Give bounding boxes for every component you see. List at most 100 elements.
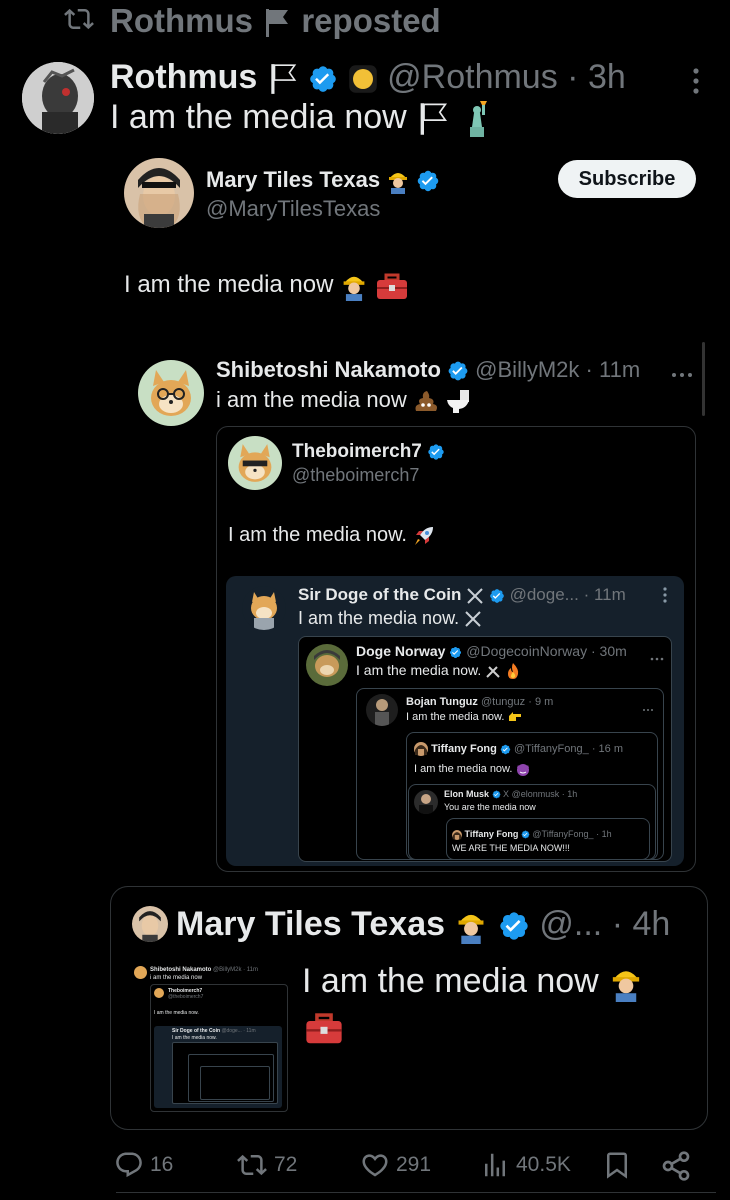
sirdoge-text: I am the media now.: [298, 608, 460, 628]
tiffany2-text: WE ARE THE MEDIA NOW!!!: [452, 843, 570, 853]
shib-name[interactable]: Shibetoshi Nakamoto: [216, 357, 441, 382]
bojan-text-row: I am the media now.: [406, 710, 522, 725]
sirdoge-name[interactable]: Sir Doge of the Coin: [298, 585, 461, 604]
bottom-mary-handle[interactable]: @...: [539, 905, 602, 943]
main-post-text: I am the media now: [110, 98, 407, 136]
reply-button[interactable]: 16: [114, 1150, 173, 1180]
tiffany-avatar[interactable]: [452, 829, 462, 840]
repost-icon: [237, 1154, 267, 1176]
more-options-icon[interactable]: [642, 699, 654, 717]
rothmus-handle[interactable]: @Rothmus: [387, 58, 558, 96]
mary-header: Mary Tiles Texas: [206, 166, 440, 195]
rothmus-name[interactable]: Rothmus: [110, 58, 257, 96]
dogenorway-time[interactable]: 30m: [600, 643, 627, 659]
bojan-avatar[interactable]: [366, 694, 398, 726]
tiffany-name[interactable]: Tiffany Fong: [431, 743, 497, 755]
more-options-icon[interactable]: [688, 66, 704, 96]
verified-badge-icon: [521, 830, 530, 839]
mary-name[interactable]: Mary Tiles Texas: [206, 167, 380, 192]
flag-icon: [271, 64, 297, 94]
repost-header[interactable]: Rothmus reposted: [110, 0, 441, 42]
elon-handle[interactable]: @elonmusk: [512, 789, 560, 799]
bojan-name[interactable]: Bojan Tunguz: [406, 696, 478, 708]
tiffany2-header: Tiffany Fong @TiffanyFong_ · 1h: [452, 828, 612, 840]
like-button[interactable]: 291: [360, 1150, 431, 1180]
repost-button[interactable]: 72: [236, 1150, 297, 1180]
flag-icon: [420, 103, 448, 135]
tiffany-header: Tiffany Fong @TiffanyFong_ · 16 m: [414, 742, 623, 757]
elon-x-label: X: [503, 789, 510, 799]
bojan-handle[interactable]: @tunguz: [481, 696, 525, 708]
mini-sirdoge-handle: @doge... · 11m: [221, 1028, 256, 1034]
media-thumbnail[interactable]: Shibetoshi Nakamoto @BillyM2k · 11m i am…: [132, 958, 292, 1114]
theboi-avatar[interactable]: [228, 436, 282, 490]
rothmus-time[interactable]: 3h: [588, 58, 626, 96]
bottom-mary-time[interactable]: 4h: [632, 905, 670, 943]
sirdoge-time[interactable]: 11m: [594, 585, 626, 604]
rothmus-avatar[interactable]: [22, 62, 94, 134]
dogenorway-text-row: I am the media now.: [356, 660, 521, 680]
thread-scroll-line[interactable]: [702, 342, 705, 416]
more-options-icon[interactable]: [650, 648, 664, 666]
mini-shib-name: Shibetoshi Nakamoto: [150, 967, 212, 973]
bookmark-button[interactable]: [602, 1150, 638, 1180]
elon-name[interactable]: Elon Musk: [444, 789, 489, 799]
like-count: 291: [396, 1153, 432, 1176]
bottom-quote-text-row: I am the media now: [302, 960, 644, 1003]
mini-theboi-text: I am the media now.: [154, 1010, 199, 1016]
sirdoge-text-row: I am the media now.: [298, 606, 482, 630]
flag-icon: [266, 9, 289, 38]
share-button[interactable]: [660, 1150, 698, 1182]
repost-label: reposted: [301, 2, 441, 39]
elon-time[interactable]: 1h: [567, 789, 577, 799]
verified-badge-icon: [428, 444, 444, 460]
elon-text: You are the media now: [444, 802, 536, 812]
sirdoge-header: Sir Doge of the Coin @doge... · 11m: [298, 585, 626, 604]
verified-badge-icon: [448, 361, 468, 381]
tiffany-time[interactable]: 16 m: [599, 743, 623, 755]
tiffany-handle[interactable]: @TiffanyFong_: [514, 743, 589, 755]
elon-avatar[interactable]: [414, 790, 438, 814]
sirdoge-handle[interactable]: @doge...: [510, 585, 579, 604]
theboi-text-row: I am the media now.: [228, 522, 435, 548]
verified-badge-icon: [500, 744, 511, 754]
share-icon: [662, 1151, 690, 1181]
more-options-icon[interactable]: [670, 366, 694, 384]
more-options-icon[interactable]: [662, 586, 668, 609]
crossed-swords-icon: [465, 611, 481, 627]
mary-text-row: I am the media now: [124, 270, 409, 301]
tiffany-avatar[interactable]: [414, 742, 428, 757]
theboi-handle[interactable]: @theboimerch7: [292, 464, 419, 486]
shib-handle[interactable]: @BillyM2k: [475, 357, 579, 382]
subscribe-button[interactable]: Subscribe: [558, 160, 696, 198]
tiffany2-time[interactable]: 1h: [602, 829, 612, 839]
sirdoge-avatar[interactable]: [242, 586, 286, 630]
theboi-name[interactable]: Theboimerch7: [292, 441, 422, 462]
tiffany2-name[interactable]: Tiffany Fong: [465, 829, 519, 839]
views-button[interactable]: 40.5K: [480, 1150, 571, 1180]
statue-of-liberty-icon: [469, 101, 487, 138]
dogenorway-avatar[interactable]: [306, 644, 348, 686]
mary-text: I am the media now: [124, 271, 334, 298]
shib-time[interactable]: 11m: [599, 357, 640, 382]
views-chart-icon: [485, 1153, 505, 1177]
shib-avatar[interactable]: [138, 360, 204, 426]
mary-handle[interactable]: @MaryTilesTexas: [206, 196, 380, 222]
dogenorway-handle[interactable]: @DogecoinNorway: [466, 643, 587, 659]
bottom-mary-avatar[interactable]: [132, 906, 168, 942]
bojan-time[interactable]: 9 m: [535, 696, 553, 708]
construction-worker-icon: [613, 971, 640, 1003]
verified-badge-icon: [500, 912, 528, 940]
mary-avatar[interactable]: [124, 158, 194, 228]
mini-sirdoge-row: Sir Doge of the Coin @doge... · 11m: [172, 1028, 256, 1034]
verified-badge-icon: [418, 170, 439, 192]
mini-sirdoge-text: I am the media now.: [172, 1035, 217, 1041]
crossed-swords-icon: [467, 587, 483, 604]
dogenorway-name[interactable]: Doge Norway: [356, 643, 445, 659]
reply-count: 16: [150, 1153, 174, 1176]
bottom-mary-name[interactable]: Mary Tiles Texas: [176, 905, 445, 943]
tiffany-text-row: I am the media now.: [414, 762, 530, 777]
tiffany2-handle[interactable]: @TiffanyFong_: [532, 829, 593, 839]
dogenorway-text: I am the media now.: [356, 662, 482, 678]
verified-badge-icon: [492, 790, 500, 799]
